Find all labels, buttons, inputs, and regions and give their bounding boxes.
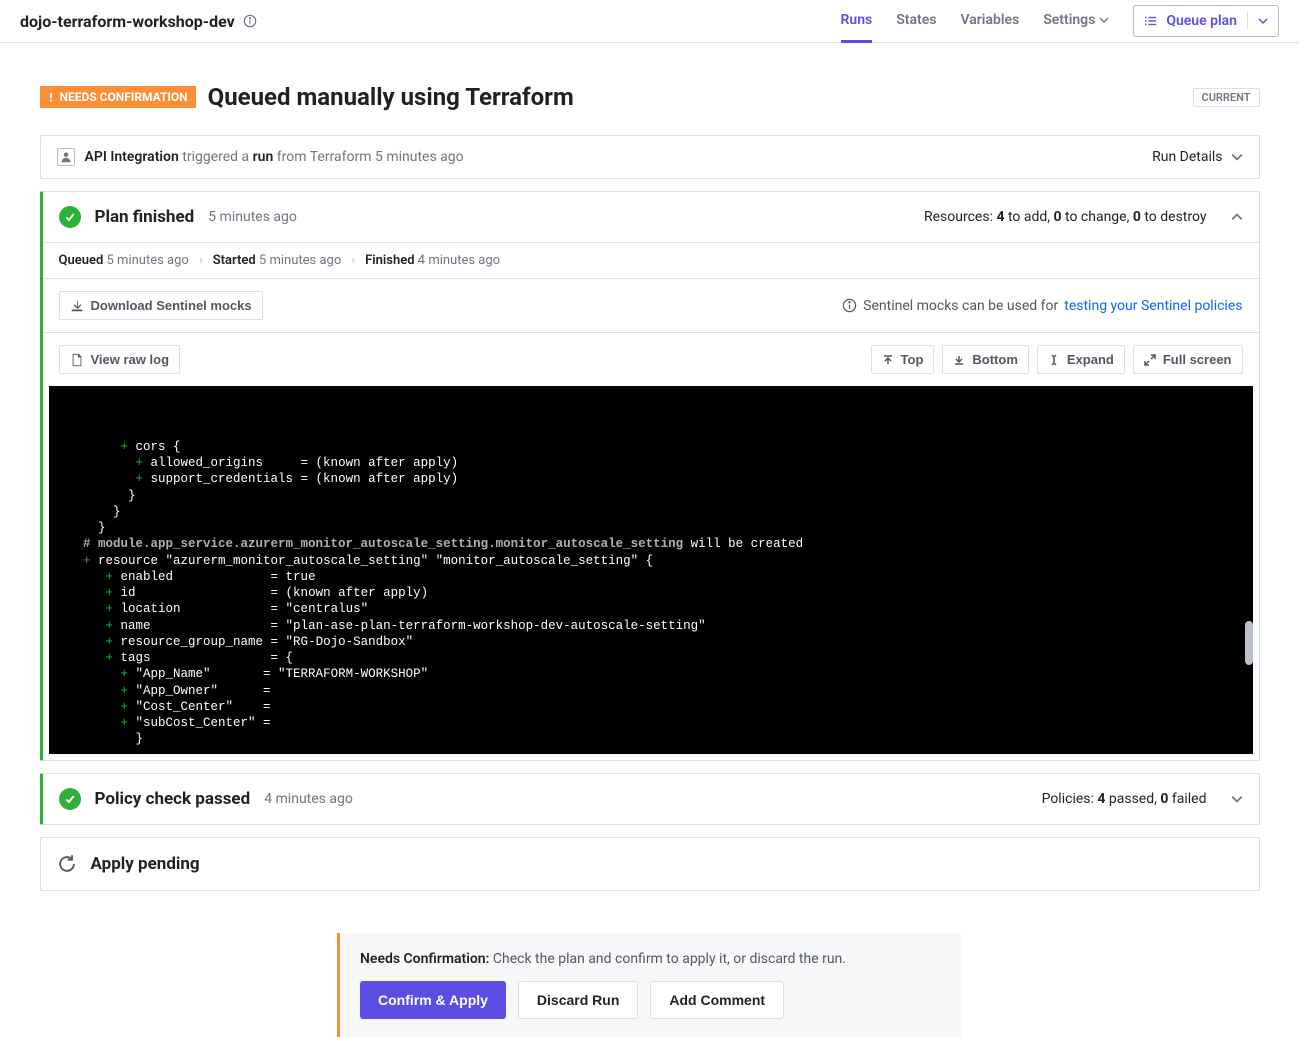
plan-title: Plan finished [95, 207, 195, 227]
plan-log-terminal[interactable]: + cors { + allowed_origins = (known afte… [49, 386, 1253, 754]
policy-timestamp: 4 minutes ago [264, 791, 353, 807]
workspace-name: dojo-terraform-workshop-dev [20, 12, 235, 31]
user-icon [57, 148, 75, 166]
policy-title: Policy check passed [95, 789, 251, 809]
workspace-header: dojo-terraform-workshop-dev Runs States … [0, 0, 1299, 43]
chevron-up-icon [1231, 211, 1243, 223]
queue-plan-label: Queue plan [1166, 13, 1237, 29]
current-badge: CURRENT [1193, 88, 1260, 107]
view-raw-log-button[interactable]: View raw log [59, 345, 181, 374]
list-icon [1144, 14, 1158, 28]
nav-runs[interactable]: Runs [841, 0, 873, 43]
log-bottom-button[interactable]: Bottom [942, 345, 1029, 374]
download-sentinel-mocks-button[interactable]: Download Sentinel mocks [59, 291, 263, 320]
confirmation-message: Needs Confirmation: Check the plan and c… [360, 951, 942, 967]
plan-card: Plan finished 5 minutes ago Resources: 4… [40, 191, 1260, 761]
policy-summary: Policies: 4 passed, 0 failed [1042, 791, 1207, 807]
plan-timestamp: 5 minutes ago [208, 209, 297, 225]
trigger-text: API Integration triggered a run from Ter… [85, 149, 464, 165]
page-title: Queued manually using Terraform [208, 83, 574, 111]
nav-settings-label: Settings [1043, 12, 1095, 28]
status-badge-label: NEEDS CONFIRMATION [60, 90, 188, 104]
log-toolbar: View raw log Top Bottom Expand Full scr [43, 332, 1259, 386]
refresh-icon [57, 854, 77, 874]
plan-timeline: Queued 5 minutes ago › Started 5 minutes… [43, 242, 1259, 278]
alert-icon [46, 92, 56, 102]
chevron-down-icon [1231, 151, 1243, 163]
run-title-row: NEEDS CONFIRMATION Queued manually using… [40, 83, 1260, 111]
log-top-button[interactable]: Top [871, 345, 935, 374]
policy-card[interactable]: Policy check passed 4 minutes ago Polici… [40, 773, 1260, 825]
chevron-down-icon [1099, 15, 1109, 25]
info-icon [842, 298, 857, 313]
arrow-up-icon [882, 354, 894, 366]
run-trigger-card[interactable]: API Integration triggered a run from Ter… [40, 135, 1260, 179]
add-comment-button[interactable]: Add Comment [650, 981, 784, 1019]
scrollbar-thumb[interactable] [1245, 621, 1253, 665]
chevron-down-icon [1258, 16, 1268, 26]
run-details-label[interactable]: Run Details [1152, 149, 1222, 165]
apply-card[interactable]: Apply pending [40, 837, 1260, 891]
confirm-apply-button[interactable]: Confirm & Apply [360, 981, 506, 1019]
plan-summary: Resources: 4 to add, 0 to change, 0 to d… [924, 209, 1207, 225]
discard-run-button[interactable]: Discard Run [518, 981, 638, 1019]
chevron-down-icon [1231, 793, 1243, 805]
confirmation-panel: Needs Confirmation: Check the plan and c… [337, 933, 962, 1037]
apply-title: Apply pending [91, 854, 200, 874]
nav-states[interactable]: States [896, 0, 936, 43]
sentinel-policies-link[interactable]: testing your Sentinel policies [1064, 298, 1242, 314]
sentinel-row: Download Sentinel mocks Sentinel mocks c… [43, 278, 1259, 332]
nav-variables[interactable]: Variables [960, 0, 1019, 43]
fullscreen-icon [1144, 354, 1156, 366]
log-fullscreen-button[interactable]: Full screen [1133, 345, 1243, 374]
check-circle-icon [59, 206, 81, 228]
status-badge: NEEDS CONFIRMATION [40, 86, 196, 108]
info-icon[interactable] [243, 14, 257, 28]
arrow-down-icon [953, 354, 965, 366]
check-circle-icon [59, 788, 81, 810]
sentinel-hint: Sentinel mocks can be used for [863, 298, 1058, 314]
download-icon [70, 299, 84, 313]
nav-settings[interactable]: Settings [1043, 0, 1109, 43]
document-icon [70, 353, 84, 367]
queue-plan-button[interactable]: Queue plan [1133, 5, 1279, 37]
plan-header[interactable]: Plan finished 5 minutes ago Resources: 4… [43, 192, 1259, 242]
log-expand-button[interactable]: Expand [1037, 345, 1125, 374]
expand-icon [1048, 354, 1060, 366]
workspace-nav: Runs States Variables Settings Queue pla… [841, 0, 1279, 43]
